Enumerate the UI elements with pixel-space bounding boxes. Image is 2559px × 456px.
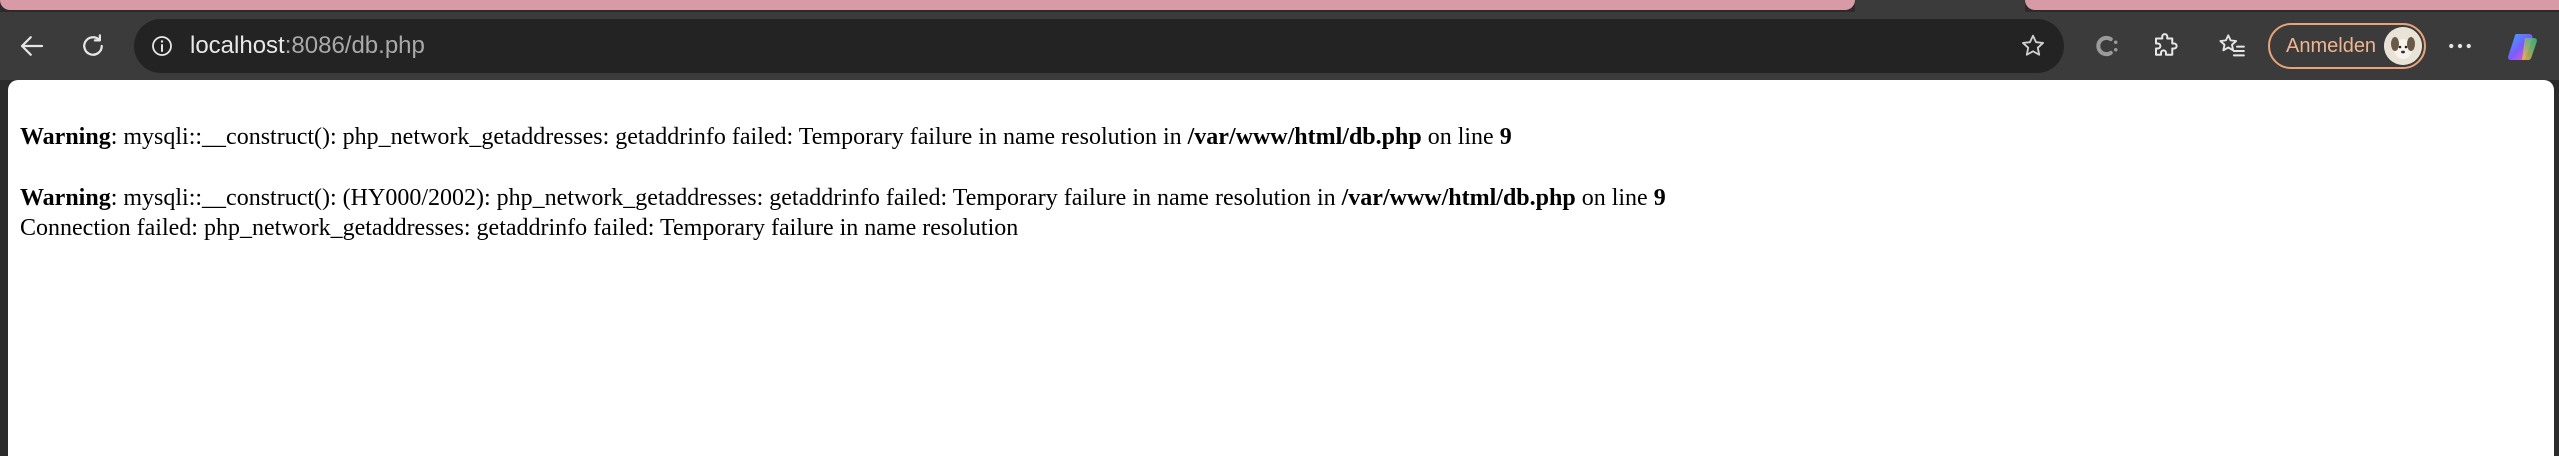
c-extension-button[interactable] [2085,24,2129,68]
more-icon [2449,43,2471,49]
warning-line-1: Warning: mysqli::__construct(): php_netw… [20,122,1666,152]
tab-strip [0,0,2559,12]
back-arrow-icon [20,36,44,56]
copilot-icon [2508,34,2537,60]
connection-error: Connection failed: php_network_getaddres… [20,215,1019,241]
address-bar[interactable]: localhost:8086/db.php [134,19,2064,73]
extensions-button[interactable] [2144,24,2188,68]
warning-line-number: 9 [1499,124,1512,150]
warning-label: Warning [20,185,111,211]
warning-label: Warning [20,124,111,150]
active-tab[interactable] [1855,0,2025,12]
info-icon[interactable] [148,32,176,60]
star-icon [2022,34,2044,56]
copilot-button[interactable] [2500,24,2546,70]
url-path: :8086/db.php [284,32,425,59]
warning-file: /var/www/html/db.php [1341,185,1576,211]
back-button[interactable] [8,22,56,70]
warning-text: : mysqli::__construct(): php_network_get… [110,124,1188,150]
signin-label: Anmelden [2286,35,2377,57]
more-button[interactable] [2438,24,2482,68]
page-viewport: Warning: mysqli::__construct(): php_netw… [8,80,2554,456]
puzzle-icon [2155,33,2178,56]
favorite-button[interactable] [2016,29,2050,63]
reload-icon [83,34,103,56]
favorites-icon [2219,34,2245,57]
url-text[interactable]: localhost:8086/db.php [190,19,425,73]
browser-toolbar: localhost:8086/db.php Anmelden [0,12,2559,80]
c-extension-icon [2096,35,2118,57]
inactive-tab[interactable] [0,0,1855,10]
warning-on-line: on line [1421,124,1500,150]
warning-line-number: 9 [1653,185,1666,211]
signin-button[interactable]: Anmelden [2268,23,2426,69]
warning-file: /var/www/html/db.php [1187,124,1422,150]
warning-line-2: Warning: mysqli::__construct(): (HY000/2… [20,183,1666,213]
inactive-tab-right[interactable] [2025,0,2559,10]
reload-button[interactable] [69,22,117,70]
warning-on-line: on line [1575,185,1654,211]
favorites-button[interactable] [2210,24,2254,68]
php-output: Warning: mysqli::__construct(): php_netw… [20,122,1666,243]
url-host: localhost [190,32,285,59]
avatar [2384,27,2422,65]
warning-text: : mysqli::__construct(): (HY000/2002): p… [110,185,1342,211]
